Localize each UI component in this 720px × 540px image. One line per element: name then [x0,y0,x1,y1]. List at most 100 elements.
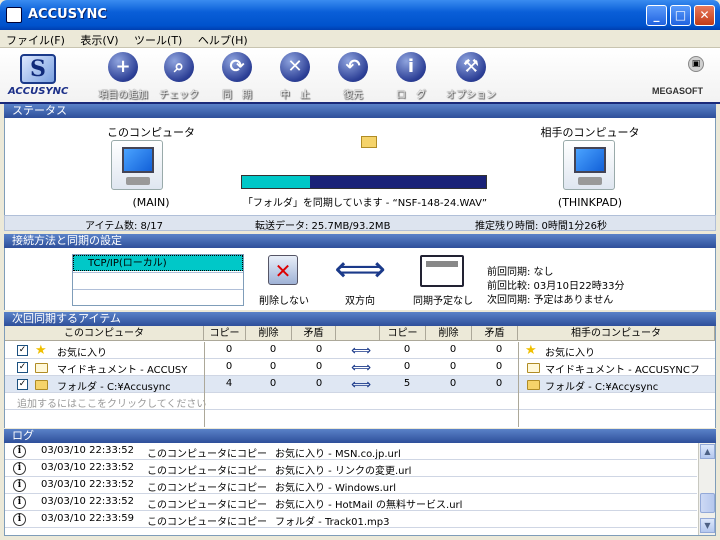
status-panel: このコンピュータ (MAIN) 「フォルダ」を同期しています - “NSF-14… [4,118,716,215]
delete-setting-label: 削除しない [259,296,309,307]
item-checkbox[interactable]: ✓ [17,379,28,390]
scroll-down-icon[interactable]: ▼ [700,518,715,533]
item-count: アイテム数: 8/17 [85,221,164,232]
document-icon [35,363,48,373]
table-row[interactable]: ✓ フォルダ - C:¥Accusync 4 0 0 ⟺ 5 0 0 フォルダ … [5,376,715,393]
bidirectional-arrow-icon: ⟺ [351,360,372,376]
remote-computer-icon [563,140,615,190]
local-computer-label: このコンピュータ [107,126,195,139]
scroll-thumb[interactable] [700,493,715,513]
log-row[interactable]: i 03/03/10 22:33:52 このコンピュータにコピー お気に入り -… [5,494,697,511]
log-row[interactable]: i 03/03/10 22:33:52 このコンピュータにコピー お気に入り -… [5,460,697,477]
settings-header: 接続方法と同期の設定 [4,234,716,248]
status-header: ステータス [4,104,716,118]
menu-help[interactable]: ヘルプ(H) [192,30,254,48]
info-icon: i [13,479,26,492]
progress-message: 「フォルダ」を同期しています - “NSF-148-24.WAV” [242,198,488,209]
sync-progress-bar [241,175,487,189]
col-remote[interactable]: 相手のコンピュータ [518,326,715,341]
window-title: ACCUSYNC [28,7,107,22]
log-header: ログ [4,429,716,443]
wrench-icon: ⚒ [456,52,486,82]
log-row[interactable]: i 03/03/10 22:33:52 このコンピュータにコピー お気に入り -… [5,477,697,494]
no-delete-icon[interactable]: ✕ [268,255,298,285]
remaining-time: 推定残り時間: 0時間1分26秒 [475,221,607,232]
log-button[interactable]: i ロ グ [380,52,442,102]
last-sync: 前回同期: なし [487,267,554,278]
sync-icon: ⟳ [222,52,252,82]
maximize-button[interactable]: □ [670,5,691,26]
star-icon: ★ [35,343,47,358]
schedule-label: 同期予定なし [413,296,473,307]
local-computer-icon [111,140,163,190]
schedule-icon[interactable] [420,255,464,287]
col-conflict-local[interactable]: 矛盾 [292,326,336,341]
items-header: 次回同期するアイテム [4,312,716,326]
column-divider [518,342,519,427]
bidirectional-arrow-icon: ⟺ [351,343,372,359]
options-button[interactable]: ⚒ オプション [440,52,502,102]
info-icon: i [13,445,26,458]
title-bar[interactable]: ACCUSYNC _ □ ✕ [0,0,720,30]
folder-icon [527,380,540,390]
log-row[interactable]: i 03/03/10 22:33:52 このコンピュータにコピー お気に入り -… [5,443,697,460]
add-item-row[interactable]: 追加するにはここをクリックしてください [5,393,715,410]
column-divider [204,342,205,427]
table-row[interactable]: ✓ ★ お気に入り 0 0 0 ⟺ 0 0 0 ★ お気に入り [5,342,715,359]
direction-label: 双方向 [345,296,375,307]
sync-button[interactable]: ⟳ 同 期 [206,52,268,102]
compact-view-icon[interactable]: ▣ [688,56,704,72]
restore-icon: ↶ [338,52,368,82]
log-row[interactable]: i 03/03/10 22:33:59 このコンピュータにコピー フォルダ - … [5,511,697,528]
info-icon: i [13,462,26,475]
minimize-button[interactable]: _ [646,5,667,26]
next-sync: 次回同期: 予定はありません [487,295,614,306]
remote-computer-label: 相手のコンピュータ [540,126,640,139]
bidirectional-arrow-icon: ⟺ [351,377,372,393]
log-scrollbar[interactable]: ▲ ▼ [698,443,715,535]
status-summary: アイテム数: 8/17 転送データ: 25.7MB/93.2MB 推定残り時間:… [4,215,716,232]
menu-view[interactable]: 表示(V) [74,30,124,48]
add-item-button[interactable]: + 項目の追加 [92,52,154,102]
connection-list[interactable]: TCP/IP(ローカル) [72,254,244,306]
star-icon: ★ [525,343,537,358]
col-direction[interactable] [336,326,380,341]
logo-text: ACCUSYNC [8,86,69,97]
folder-icon [35,380,48,390]
accusync-logo: S [20,54,56,84]
col-delete-remote[interactable]: 削除 [426,326,472,341]
info-icon: i [13,513,26,526]
col-copy-local[interactable]: コピー [204,326,246,341]
connection-row[interactable] [73,289,243,306]
col-conflict-remote[interactable]: 矛盾 [472,326,518,341]
col-local[interactable]: このコンピュータ [5,326,204,341]
close-button[interactable]: ✕ [694,5,715,26]
scroll-up-icon[interactable]: ▲ [700,444,715,459]
toolbar: S ACCUSYNC + 項目の追加 ⌕ チェック ⟳ 同 期 ✕ 中 止 ↶ … [0,48,720,104]
check-button[interactable]: ⌕ チェック [148,52,210,102]
info-icon: i [13,496,26,509]
stop-button[interactable]: ✕ 中 止 [264,52,326,102]
folder-icon [361,136,377,148]
item-checkbox[interactable]: ✓ [17,345,28,356]
remote-computer-name: (THINKPAD) [557,196,623,209]
col-copy-remote[interactable]: コピー [380,326,426,341]
megasoft-logo: MEGASOFT [652,86,703,96]
menu-file[interactable]: ファイル(F) [0,30,71,48]
connection-selected[interactable]: TCP/IP(ローカル) [73,255,243,271]
last-compare: 前回比較: 03月10日22時33分 [487,281,625,292]
connection-row[interactable] [73,272,243,289]
bidirectional-icon[interactable]: ⟺ [334,252,386,288]
app-icon [6,7,22,23]
col-delete-local[interactable]: 削除 [246,326,292,341]
info-icon: i [396,52,426,82]
restore-button[interactable]: ↶ 復元 [322,52,384,102]
add-item-hint: 追加するにはここをクリックしてください [17,399,207,410]
document-icon [527,363,540,373]
transfer-data: 転送データ: 25.7MB/93.2MB [255,221,391,232]
item-checkbox[interactable]: ✓ [17,362,28,373]
menu-tools[interactable]: ツール(T) [128,30,188,48]
table-row[interactable]: ✓ マイドキュメント - ACCUSY 0 0 0 ⟺ 0 0 0 マイドキュメ… [5,359,715,376]
plus-icon: + [108,52,138,82]
stop-icon: ✕ [280,52,310,82]
